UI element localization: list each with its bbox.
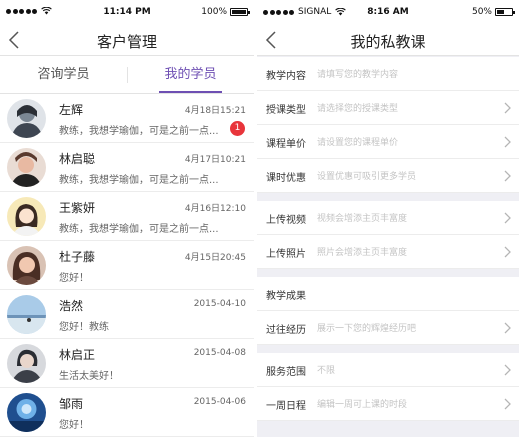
field-label: 上传照片 bbox=[266, 249, 306, 260]
chevron-right-icon bbox=[504, 212, 511, 224]
field-label: 服务范围 bbox=[266, 367, 306, 378]
field-placeholder: 设置优惠可吸引更多学员 bbox=[317, 172, 417, 182]
field-label: 课时优惠 bbox=[266, 173, 306, 184]
student-list: 左辉 4月18日15:21 教练，我想学瑜伽，可是之前一点... 1 林启聪 4… bbox=[0, 94, 254, 437]
student-row[interactable]: 左辉 4月18日15:21 教练，我想学瑜伽，可是之前一点... 1 bbox=[0, 94, 254, 143]
nav-bar: 我的私教课 bbox=[257, 24, 519, 56]
message-preview: 您好！ bbox=[59, 273, 89, 284]
avatar bbox=[7, 344, 46, 383]
field-placeholder: 展示一下您的辉煌经历吧 bbox=[317, 324, 417, 334]
field-placeholder: 请填写您的教学内容 bbox=[317, 70, 399, 80]
field-label: 课程单价 bbox=[266, 139, 306, 150]
status-bar: SIGNAL 8:16 AM 50% bbox=[257, 0, 519, 24]
course-type-field[interactable]: 授课类型 请选择您的授课类型 bbox=[257, 91, 519, 125]
weekly-schedule-field[interactable]: 一周日程 编辑一周可上课的时段 bbox=[257, 387, 519, 421]
battery-icon bbox=[495, 8, 515, 16]
service-area-field[interactable]: 服务范围 不限 bbox=[257, 353, 519, 387]
message-preview: 您好！教练 bbox=[59, 322, 109, 333]
course-price-field[interactable]: 课程单价 请设置您的课程单价 bbox=[257, 125, 519, 159]
teaching-content-field[interactable]: 教学内容 请填写您的教学内容 bbox=[257, 57, 519, 91]
message-time: 4月18日15:21 bbox=[184, 106, 246, 116]
avatar bbox=[7, 197, 46, 236]
student-row[interactable]: 林启聪 4月17日10:21 教练，我想学瑜伽，可是之前一点... bbox=[0, 143, 254, 192]
field-placeholder: 不限 bbox=[317, 366, 336, 376]
field-label: 教学成果 bbox=[266, 291, 306, 302]
battery-percent: 100% bbox=[201, 7, 227, 17]
avatar bbox=[7, 99, 46, 138]
class-discount-field[interactable]: 课时优惠 设置优惠可吸引更多学员 bbox=[257, 159, 519, 193]
message-time: 4月17日10:21 bbox=[184, 155, 246, 165]
chevron-right-icon bbox=[504, 364, 511, 376]
tab-my-students[interactable]: 我的学员 bbox=[127, 56, 254, 93]
message-time: 2015-04-06 bbox=[193, 397, 246, 407]
field-label: 上传视频 bbox=[266, 215, 306, 226]
avatar bbox=[7, 246, 46, 285]
field-placeholder: 照片会增添主页丰富度 bbox=[317, 248, 408, 258]
page-title: 我的私教课 bbox=[350, 33, 426, 51]
student-row[interactable]: 邹雨 2015-04-06 您好！ bbox=[0, 388, 254, 437]
message-preview: 生活太美好！ bbox=[59, 371, 119, 382]
student-name: 邹雨 bbox=[59, 397, 84, 411]
chevron-right-icon bbox=[504, 170, 511, 182]
teaching-results-field[interactable]: 教学成果 bbox=[257, 277, 519, 311]
field-placeholder: 视频会增添主页丰富度 bbox=[317, 214, 408, 224]
private-course-screen: SIGNAL 8:16 AM 50% 我的私教课 教学内容 请填写您的教学内容 … bbox=[257, 0, 519, 437]
page-title: 客户管理 bbox=[96, 33, 157, 51]
status-bar: 11:14 PM 100% bbox=[0, 0, 254, 24]
avatar bbox=[7, 393, 46, 432]
student-name: 王紫妍 bbox=[59, 201, 96, 215]
nav-bar: 客户管理 bbox=[0, 24, 254, 56]
message-preview: 教练，我想学瑜伽，可是之前一点... bbox=[59, 175, 219, 186]
message-preview: 您好！ bbox=[59, 420, 89, 431]
student-name: 浩然 bbox=[59, 299, 84, 313]
message-time: 2015-04-08 bbox=[193, 348, 246, 358]
student-row[interactable]: 浩然 2015-04-10 您好！教练 bbox=[0, 290, 254, 339]
field-label: 一周日程 bbox=[266, 401, 306, 412]
field-label: 教学内容 bbox=[266, 71, 306, 82]
chevron-right-icon bbox=[504, 322, 511, 334]
message-time: 2015-04-10 bbox=[193, 299, 246, 309]
chevron-right-icon bbox=[504, 102, 511, 114]
student-name: 林启正 bbox=[59, 348, 96, 362]
field-label: 授课类型 bbox=[266, 105, 306, 116]
unread-badge: 1 bbox=[230, 121, 245, 136]
field-placeholder: 请设置您的课程单价 bbox=[317, 138, 399, 148]
field-placeholder: 请选择您的授课类型 bbox=[317, 104, 399, 114]
tab-bar: 咨询学员 我的学员 bbox=[0, 56, 254, 94]
student-row[interactable]: 王紫妍 4月16日12:10 教练，我想学瑜伽，可是之前一点... bbox=[0, 192, 254, 241]
tab-consulting-students[interactable]: 咨询学员 bbox=[0, 56, 127, 93]
upload-video-field[interactable]: 上传视频 视频会增添主页丰富度 bbox=[257, 201, 519, 235]
chevron-right-icon bbox=[504, 246, 511, 258]
message-preview: 教练，我想学瑜伽，可是之前一点... bbox=[59, 224, 219, 235]
customer-management-screen: 11:14 PM 100% 客户管理 咨询学员 我的学员 左辉 4月18日15:… bbox=[0, 0, 254, 437]
avatar bbox=[7, 295, 46, 334]
chevron-right-icon bbox=[504, 398, 511, 410]
message-time: 4月16日12:10 bbox=[184, 204, 246, 214]
student-name: 杜子藤 bbox=[59, 250, 96, 264]
field-label: 过往经历 bbox=[266, 325, 306, 336]
message-time: 4月15日20:45 bbox=[184, 253, 246, 263]
field-placeholder: 编辑一周可上课的时段 bbox=[317, 400, 408, 410]
student-row[interactable]: 杜子藤 4月15日20:45 您好！ bbox=[0, 241, 254, 290]
avatar bbox=[7, 148, 46, 187]
student-row[interactable]: 林启正 2015-04-08 生活太美好！ bbox=[0, 339, 254, 388]
battery-percent: 50% bbox=[471, 7, 492, 17]
past-experience-field[interactable]: 过往经历 展示一下您的辉煌经历吧 bbox=[257, 311, 519, 345]
student-name: 左辉 bbox=[59, 103, 84, 117]
student-name: 林启聪 bbox=[59, 152, 96, 166]
battery-icon bbox=[230, 8, 250, 16]
upload-photo-field[interactable]: 上传照片 照片会增添主页丰富度 bbox=[257, 235, 519, 269]
chevron-right-icon bbox=[504, 136, 511, 148]
message-preview: 教练，我想学瑜伽，可是之前一点... bbox=[59, 126, 219, 137]
